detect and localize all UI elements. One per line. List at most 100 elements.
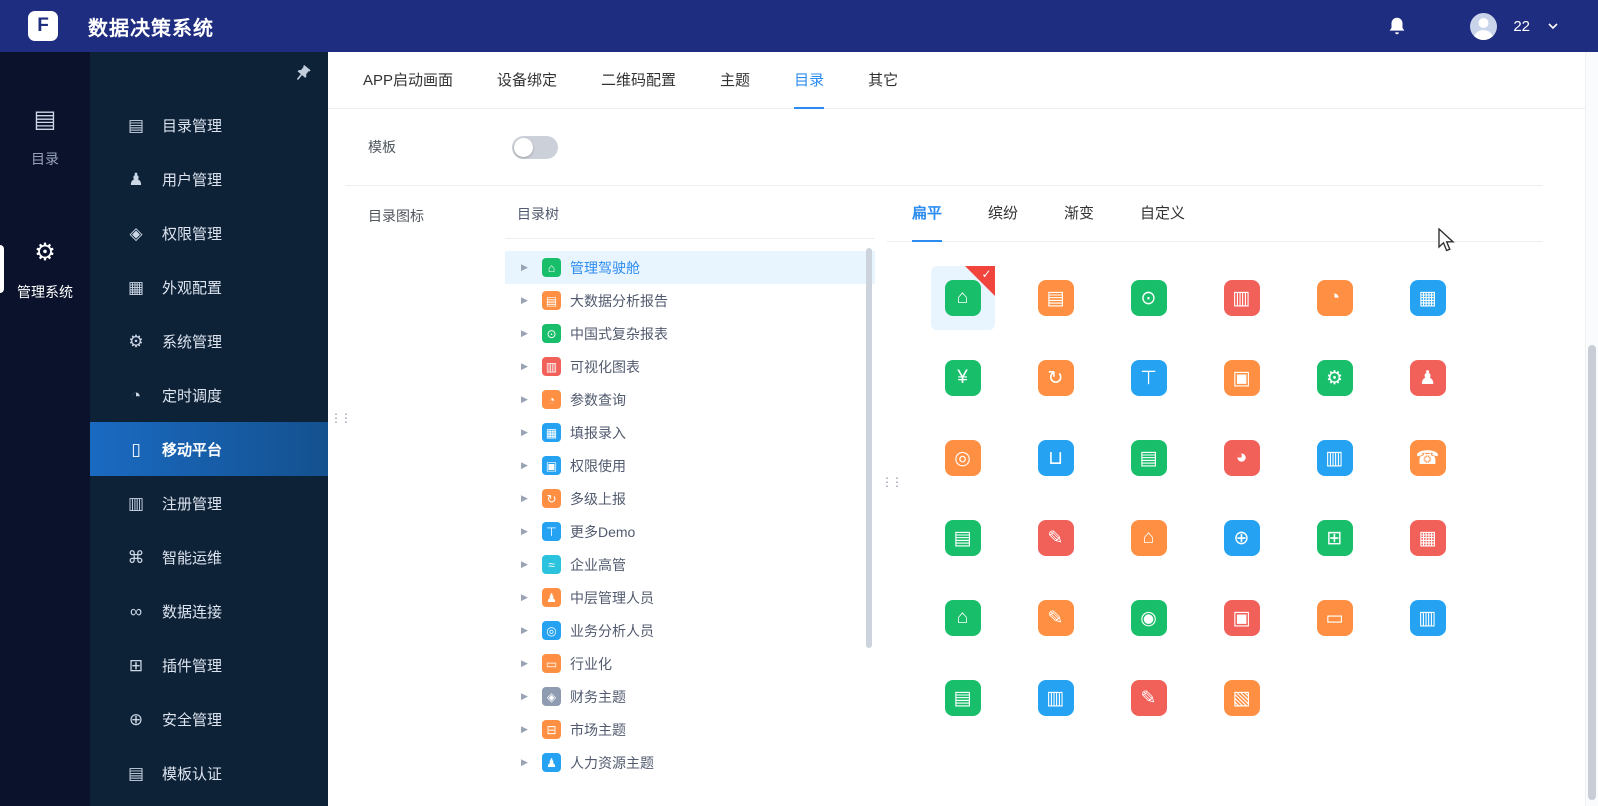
icon-grid-item[interactable]: ▥ ✓ <box>1009 658 1102 738</box>
icon-grid-item[interactable]: ¥ ✓ <box>916 338 1009 418</box>
icon-grid-item[interactable]: ⌂ ✓ <box>916 578 1009 658</box>
expand-chevron-icon[interactable]: ▶ <box>521 691 533 702</box>
icon-grid-item[interactable]: ▤ ✓ <box>916 498 1009 578</box>
tree-item[interactable]: ▶ ≈ 企业高管 <box>505 548 875 581</box>
icon-style-tab[interactable]: 缤纷 <box>988 186 1018 242</box>
sidebar-resize-handle[interactable]: ⋮⋮ <box>330 412 352 424</box>
expand-chevron-icon[interactable]: ▶ <box>521 295 533 306</box>
sidebar-item[interactable]: ♟ 用户管理 <box>90 152 328 206</box>
settings-tab[interactable]: 设备绑定 <box>497 52 557 109</box>
icon-style-tab[interactable]: 渐变 <box>1064 186 1094 242</box>
sidebar-item[interactable]: ⌘ 智能运维 <box>90 530 328 584</box>
tree-scrollbar[interactable] <box>866 248 872 648</box>
tree-item[interactable]: ▶ ♟ 人力资源主题 <box>505 746 875 779</box>
sidebar-item[interactable]: ◔ 定时调度 <box>90 368 328 422</box>
settings-tab[interactable]: 主题 <box>720 52 750 109</box>
expand-chevron-icon[interactable]: ▶ <box>521 361 533 372</box>
expand-chevron-icon[interactable]: ▶ <box>521 559 533 570</box>
tree-item[interactable]: ▶ ⊟ 市场主题 <box>505 713 875 746</box>
icon-grid-item[interactable]: ▤ ✓ <box>1009 258 1102 338</box>
expand-chevron-icon[interactable]: ▶ <box>521 262 533 273</box>
icon-grid-item[interactable]: ▦ ✓ <box>1381 498 1474 578</box>
expand-chevron-icon[interactable]: ▶ <box>521 724 533 735</box>
icon-grid-item[interactable]: ⚙ ✓ <box>1288 338 1381 418</box>
icon-grid-item[interactable]: ▧ ✓ <box>1195 658 1288 738</box>
icon-style-tab[interactable]: 扁平 <box>912 186 943 242</box>
user-avatar[interactable] <box>1470 12 1498 40</box>
expand-chevron-icon[interactable]: ▶ <box>521 625 533 636</box>
icon-grid-item[interactable]: ✎ ✓ <box>1009 498 1102 578</box>
icon-grid-item[interactable]: ⊕ ✓ <box>1195 498 1288 578</box>
sidebar-item[interactable]: ▤ 目录管理 <box>90 98 328 152</box>
icon-grid-item[interactable]: ▥ ✓ <box>1381 578 1474 658</box>
settings-tab[interactable]: 二维码配置 <box>601 52 676 109</box>
tree-item[interactable]: ▶ ◔ 参数查询 <box>505 383 875 416</box>
icon-grid-item[interactable]: ⌂ ✓ <box>916 258 1009 338</box>
icon-grid-item[interactable]: ◎ ✓ <box>916 418 1009 498</box>
icon-grid-item[interactable]: ◕ ✓ <box>1195 418 1288 498</box>
expand-chevron-icon[interactable]: ▶ <box>521 394 533 405</box>
icon-grid-item[interactable]: ⊙ ✓ <box>1102 258 1195 338</box>
sidebar-item[interactable]: ▯ 移动平台 <box>90 422 328 476</box>
sidebar-item[interactable]: ⊕ 安全管理 <box>90 692 328 746</box>
page-scrollbar-thumb[interactable] <box>1588 345 1596 800</box>
sidebar-item[interactable]: ▦ 外观配置 <box>90 260 328 314</box>
expand-chevron-icon[interactable]: ▶ <box>521 427 533 438</box>
tree-item[interactable]: ▶ ▦ 填报录入 <box>505 416 875 449</box>
tree-item[interactable]: ▶ ◎ 业务分析人员 <box>505 614 875 647</box>
unpin-icon[interactable] <box>292 64 312 84</box>
sidebar-item[interactable]: ▤ 模板认证 <box>90 746 328 800</box>
tree-item[interactable]: ▶ ↻ 多级上报 <box>505 482 875 515</box>
icon-grid-item[interactable]: ◉ ✓ <box>1102 578 1195 658</box>
icon-grid-item[interactable]: ⊔ ✓ <box>1009 418 1102 498</box>
expand-chevron-icon[interactable]: ▶ <box>521 460 533 471</box>
sidebar-item[interactable]: ⊞ 插件管理 <box>90 638 328 692</box>
settings-tab[interactable]: 目录 <box>794 52 825 109</box>
tree-item[interactable]: ▶ ⊙ 中国式复杂报表 <box>505 317 875 350</box>
settings-tab[interactable]: 其它 <box>868 52 898 109</box>
sidebar-item[interactable]: ▥ 注册管理 <box>90 476 328 530</box>
pane-resize-handle[interactable]: ⋮⋮ <box>881 476 903 488</box>
notification-bell-icon[interactable] <box>1386 15 1408 37</box>
expand-chevron-icon[interactable]: ▶ <box>521 493 533 504</box>
icon-grid-item[interactable]: ▣ ✓ <box>1195 338 1288 418</box>
icon-grid-item[interactable]: ▥ ✓ <box>1288 418 1381 498</box>
icon-grid-item[interactable]: ⊤ ✓ <box>1102 338 1195 418</box>
icon-grid-item[interactable]: ⊞ ✓ <box>1288 498 1381 578</box>
sidebar-item[interactable]: ∞ 数据连接 <box>90 584 328 638</box>
expand-chevron-icon[interactable]: ▶ <box>521 526 533 537</box>
tree-item[interactable]: ▶ ▭ 行业化 <box>505 647 875 680</box>
app-logo-icon[interactable]: F <box>28 11 58 41</box>
icon-grid-item[interactable]: ▦ ✓ <box>1381 258 1474 338</box>
sidebar-item[interactable]: ⚙ 系统管理 <box>90 314 328 368</box>
expand-chevron-icon[interactable]: ▶ <box>521 592 533 603</box>
icon-grid-item[interactable]: ◔ ✓ <box>1288 258 1381 338</box>
tree-item[interactable]: ▶ ▣ 权限使用 <box>505 449 875 482</box>
icon-grid-item[interactable]: ✎ ✓ <box>1009 578 1102 658</box>
tree-item[interactable]: ▶ ▤ 大数据分析报告 <box>505 284 875 317</box>
icon-grid-item[interactable]: ☎ ✓ <box>1381 418 1474 498</box>
chevron-down-icon[interactable] <box>1546 19 1560 33</box>
icon-grid-item[interactable]: ▥ ✓ <box>1195 258 1288 338</box>
tree-item[interactable]: ▶ ⌂ 管理驾驶舱 <box>505 251 875 284</box>
icon-grid-item[interactable]: ▣ ✓ <box>1195 578 1288 658</box>
expand-chevron-icon[interactable]: ▶ <box>521 658 533 669</box>
expand-chevron-icon[interactable]: ▶ <box>521 328 533 339</box>
icon-grid-item[interactable]: ✎ ✓ <box>1102 658 1195 738</box>
rail-item[interactable]: ⚙ 管理系统 <box>0 241 90 302</box>
tree-item[interactable]: ▶ ⊤ 更多Demo <box>505 515 875 548</box>
tree-item[interactable]: ▶ ♟ 中层管理人员 <box>505 581 875 614</box>
expand-chevron-icon[interactable]: ▶ <box>521 757 533 768</box>
icon-style-tab[interactable]: 自定义 <box>1140 186 1185 242</box>
icon-grid-item[interactable]: ▤ ✓ <box>1102 418 1195 498</box>
template-toggle[interactable] <box>512 135 558 159</box>
icon-grid-item[interactable]: ▭ ✓ <box>1288 578 1381 658</box>
sidebar-item[interactable]: ◈ 权限管理 <box>90 206 328 260</box>
icon-grid-item[interactable]: ⌂ ✓ <box>1102 498 1195 578</box>
settings-tab[interactable]: APP启动画面 <box>363 52 453 109</box>
icon-grid-item[interactable]: ♟ ✓ <box>1381 338 1474 418</box>
icon-grid-item[interactable]: ↻ ✓ <box>1009 338 1102 418</box>
icon-grid-item[interactable]: ▤ ✓ <box>916 658 1009 738</box>
tree-item[interactable]: ▶ ▥ 可视化图表 <box>505 350 875 383</box>
rail-item[interactable]: ▤ 目录 <box>0 108 90 169</box>
